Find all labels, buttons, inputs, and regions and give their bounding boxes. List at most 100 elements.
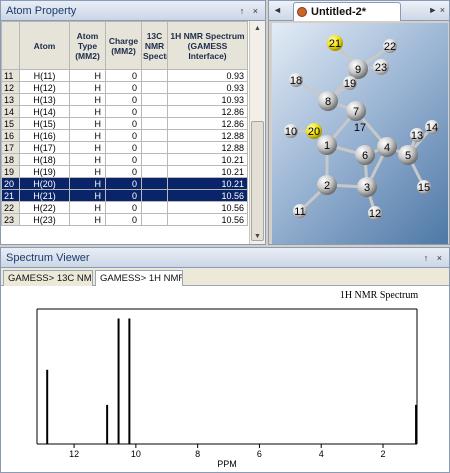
tab-untitled-2[interactable]: Untitled-2* (293, 2, 401, 21)
table-row[interactable]: 19 H(19) H 0 10.21 (1, 165, 248, 178)
cell-atom[interactable]: H(20) (19, 177, 70, 190)
cell-charge[interactable]: 0 (105, 165, 142, 178)
cell-charge[interactable]: 0 (105, 213, 142, 226)
row-number[interactable]: 15 (1, 117, 20, 130)
cell-atom-type[interactable]: H (69, 105, 106, 118)
table-vertical-scrollbar[interactable]: ▲ ▼ (249, 21, 265, 244)
cell-13c-nmr[interactable] (141, 165, 168, 178)
cell-charge[interactable]: 0 (105, 81, 142, 94)
cell-atom-type[interactable]: H (69, 213, 106, 226)
column-header-atom[interactable]: Atom (19, 21, 70, 70)
tab-scroll-right-close-icons[interactable]: ► × (428, 5, 445, 15)
cell-13c-nmr[interactable] (141, 189, 168, 202)
cell-13c-nmr[interactable] (141, 213, 168, 226)
table-row[interactable]: 16 H(16) H 0 12.88 (1, 129, 248, 142)
cell-1h-nmr[interactable]: 10.93 (167, 93, 248, 106)
table-row[interactable]: 22 H(22) H 0 10.56 (1, 201, 248, 214)
cell-atom[interactable]: H(19) (19, 165, 70, 178)
table-row[interactable]: 11 H(11) H 0 0.93 (1, 69, 248, 82)
cell-atom-type[interactable]: H (69, 69, 106, 82)
column-header-atom-type[interactable]: Atom Type (MM2) (69, 21, 106, 70)
cell-1h-nmr[interactable]: 10.56 (167, 213, 248, 226)
cell-1h-nmr[interactable]: 10.21 (167, 177, 248, 190)
cell-atom[interactable]: H(11) (19, 69, 70, 82)
row-number[interactable]: 17 (1, 141, 20, 154)
cell-13c-nmr[interactable] (141, 141, 168, 154)
cell-1h-nmr[interactable]: 10.21 (167, 165, 248, 178)
tab-1h-nmr[interactable]: GAMESS> 1H NMR S (95, 270, 183, 286)
table-row[interactable]: 23 H(23) H 0 10.56 (1, 213, 248, 226)
cell-13c-nmr[interactable] (141, 129, 168, 142)
row-number[interactable]: 13 (1, 93, 20, 106)
cell-13c-nmr[interactable] (141, 81, 168, 94)
cell-13c-nmr[interactable] (141, 69, 168, 82)
table-row[interactable]: 13 H(13) H 0 10.93 (1, 93, 248, 106)
row-number[interactable]: 11 (1, 69, 20, 82)
row-number[interactable]: 22 (1, 201, 20, 214)
cell-charge[interactable]: 0 (105, 129, 142, 142)
cell-atom[interactable]: H(15) (19, 117, 70, 130)
row-number[interactable]: 20 (1, 177, 20, 190)
row-number[interactable]: 18 (1, 153, 20, 166)
cell-1h-nmr[interactable]: 12.88 (167, 129, 248, 142)
cell-atom[interactable]: H(23) (19, 213, 70, 226)
cell-atom-type[interactable]: H (69, 117, 106, 130)
cell-charge[interactable]: 0 (105, 201, 142, 214)
cell-1h-nmr[interactable]: 10.56 (167, 201, 248, 214)
cell-atom-type[interactable]: H (69, 189, 106, 202)
column-header-13c-nmr[interactable]: 13C NMR Spectrum (141, 21, 168, 70)
cell-atom-type[interactable]: H (69, 165, 106, 178)
cell-atom[interactable]: H(18) (19, 153, 70, 166)
cell-atom-type[interactable]: H (69, 141, 106, 154)
row-number[interactable]: 16 (1, 129, 20, 142)
column-header-1h-nmr[interactable]: 1H NMR Spectrum (GAMESS Interface) (167, 21, 248, 70)
row-number[interactable]: 14 (1, 105, 20, 118)
cell-13c-nmr[interactable] (141, 93, 168, 106)
row-number[interactable]: 23 (1, 213, 20, 226)
column-header-charge[interactable]: Charge (MM2) (105, 21, 142, 70)
cell-charge[interactable]: 0 (105, 117, 142, 130)
cell-13c-nmr[interactable] (141, 153, 168, 166)
cell-1h-nmr[interactable]: 12.88 (167, 141, 248, 154)
cell-1h-nmr[interactable]: 0.93 (167, 69, 248, 82)
cell-atom[interactable]: H(13) (19, 93, 70, 106)
table-row[interactable]: 12 H(12) H 0 0.93 (1, 81, 248, 94)
cell-13c-nmr[interactable] (141, 201, 168, 214)
scroll-up-icon[interactable]: ▲ (251, 22, 264, 35)
cell-13c-nmr[interactable] (141, 117, 168, 130)
table-row[interactable]: 20 H(20) H 0 10.21 (1, 177, 248, 190)
cell-atom-type[interactable]: H (69, 153, 106, 166)
cell-atom[interactable]: H(17) (19, 141, 70, 154)
scrollbar-thumb[interactable] (251, 121, 264, 241)
cell-13c-nmr[interactable] (141, 177, 168, 190)
table-row[interactable]: 15 H(15) H 0 12.86 (1, 117, 248, 130)
cell-charge[interactable]: 0 (105, 105, 142, 118)
cell-atom-type[interactable]: H (69, 201, 106, 214)
cell-charge[interactable]: 0 (105, 141, 142, 154)
cell-1h-nmr[interactable]: 10.56 (167, 189, 248, 202)
table-row[interactable]: 21 H(21) H 0 10.56 (1, 189, 248, 202)
cell-atom-type[interactable]: H (69, 129, 106, 142)
cell-1h-nmr[interactable]: 10.21 (167, 153, 248, 166)
cell-atom[interactable]: H(22) (19, 201, 70, 214)
cell-1h-nmr[interactable]: 12.86 (167, 117, 248, 130)
row-number[interactable]: 19 (1, 165, 20, 178)
panel-pin-close-icons[interactable]: ↑ × (424, 248, 445, 268)
row-number[interactable]: 21 (1, 189, 20, 202)
row-number[interactable]: 12 (1, 81, 20, 94)
cell-charge[interactable]: 0 (105, 153, 142, 166)
cell-1h-nmr[interactable]: 12.86 (167, 105, 248, 118)
cell-atom[interactable]: H(12) (19, 81, 70, 94)
panel-pin-close-icons[interactable]: ↑ × (240, 1, 261, 21)
cell-charge[interactable]: 0 (105, 177, 142, 190)
cell-atom[interactable]: H(16) (19, 129, 70, 142)
cell-atom[interactable]: H(21) (19, 189, 70, 202)
cell-atom[interactable]: H(14) (19, 105, 70, 118)
cell-charge[interactable]: 0 (105, 69, 142, 82)
table-row[interactable]: 14 H(14) H 0 12.86 (1, 105, 248, 118)
cell-atom-type[interactable]: H (69, 177, 106, 190)
table-row[interactable]: 17 H(17) H 0 12.88 (1, 141, 248, 154)
cell-13c-nmr[interactable] (141, 105, 168, 118)
cell-1h-nmr[interactable]: 0.93 (167, 81, 248, 94)
cell-charge[interactable]: 0 (105, 189, 142, 202)
